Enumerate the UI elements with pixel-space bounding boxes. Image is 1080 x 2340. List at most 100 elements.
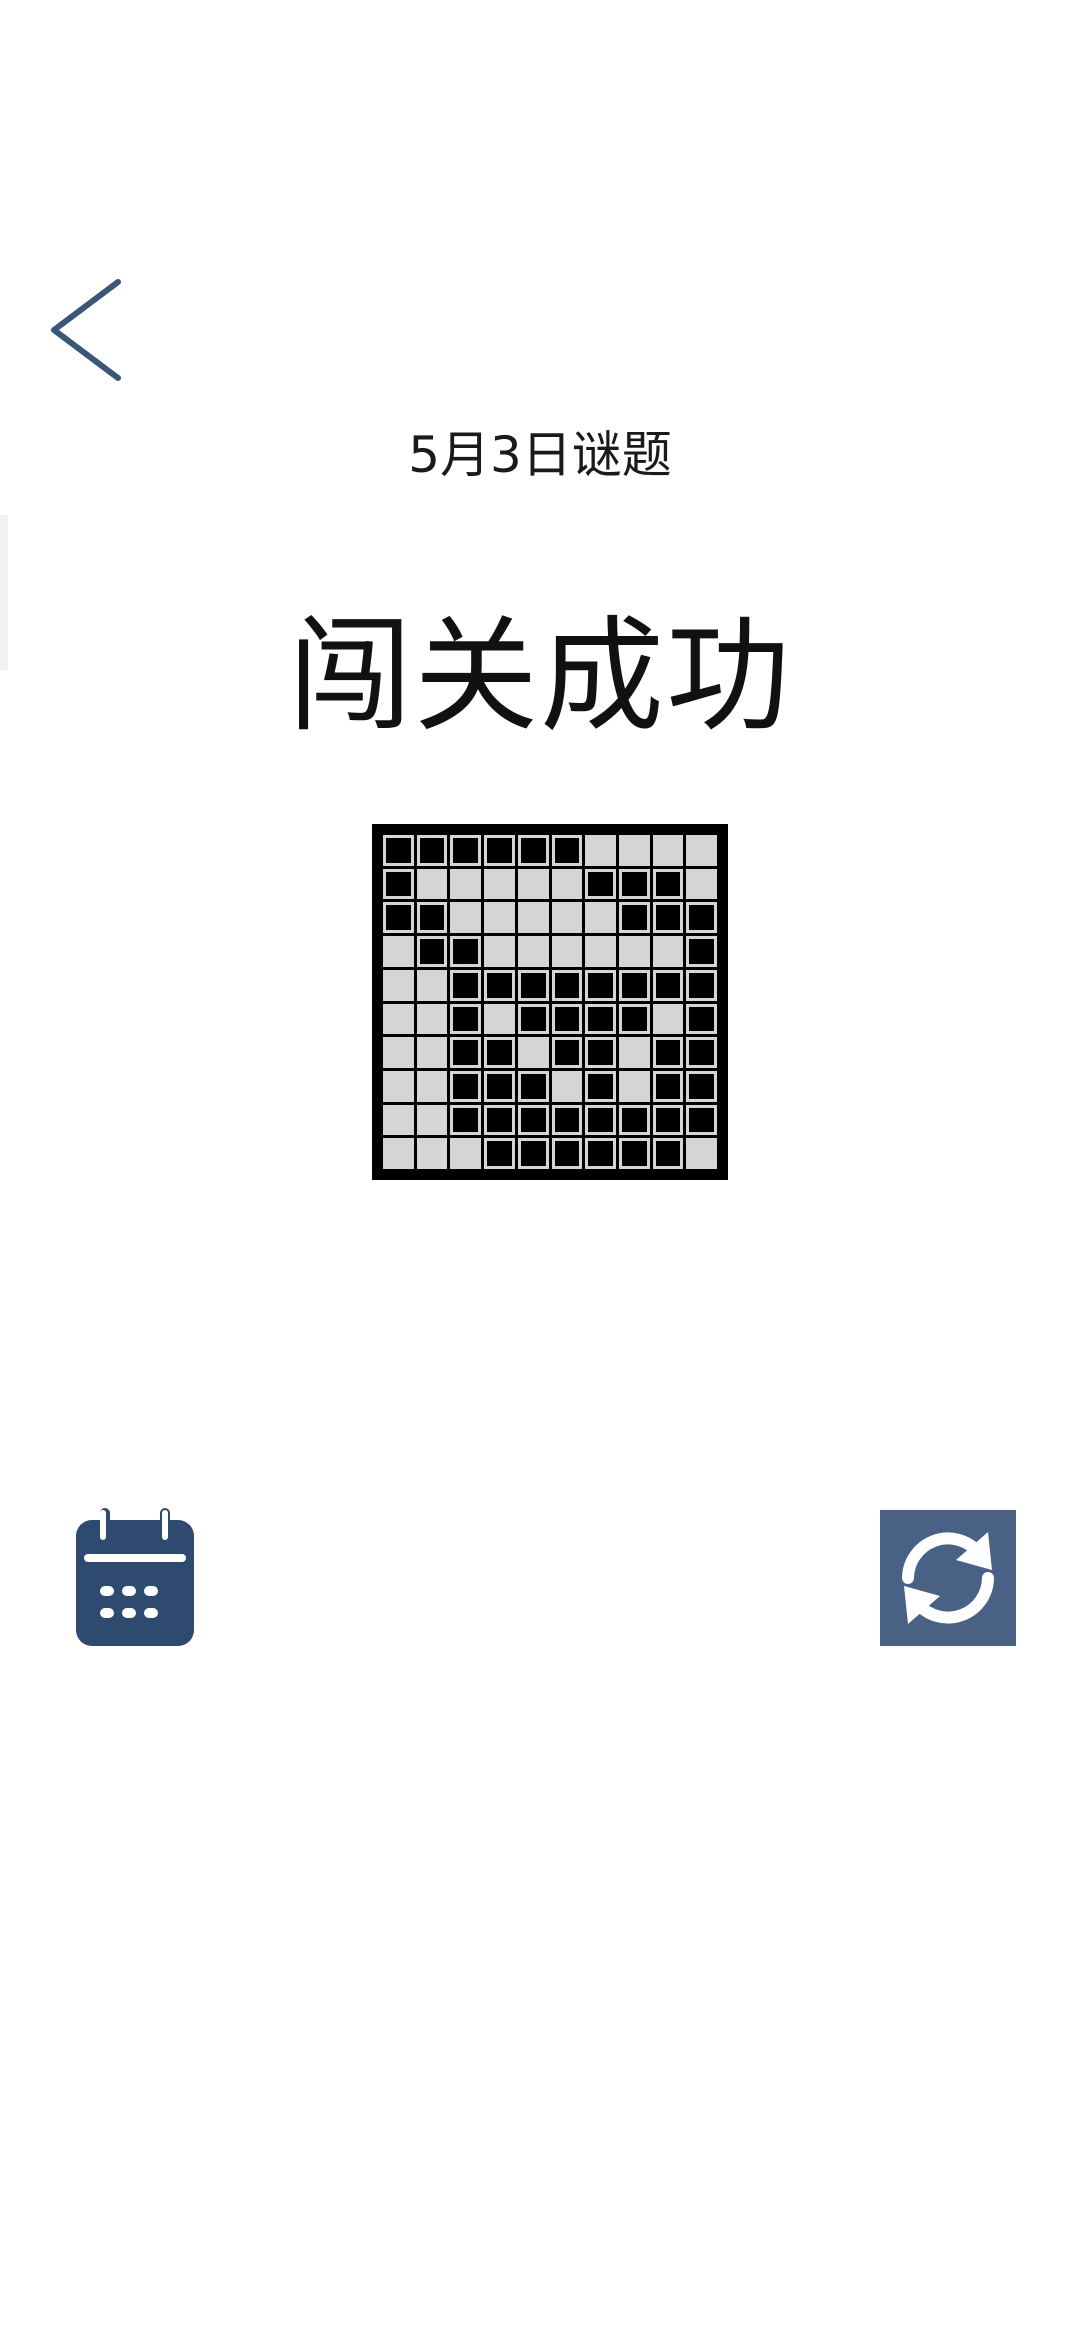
grid-cell-filled [517, 969, 549, 1001]
grid-cell-empty [383, 969, 414, 1001]
grid-cell-filled [618, 902, 650, 934]
grid-cell-empty [686, 835, 717, 866]
grid-cell-filled [585, 1104, 616, 1136]
grid-cell-empty [416, 1104, 448, 1136]
grid-cell-filled [517, 1138, 549, 1169]
grid-cell-filled [551, 1003, 583, 1035]
grid-cell-empty [686, 868, 717, 900]
grid-cell-filled [686, 902, 717, 934]
grid-cell-empty [517, 1037, 549, 1068]
grid-cell-filled [585, 1070, 616, 1102]
chevron-left-icon [51, 279, 121, 381]
grid-cell-empty [450, 902, 482, 934]
grid-cell-empty [484, 868, 515, 900]
grid-cell-filled [585, 1138, 616, 1169]
grid-cell-empty [383, 1104, 414, 1136]
grid-cell-filled [686, 969, 717, 1001]
grid-cell-empty [551, 936, 583, 967]
grid-cell-empty [484, 936, 515, 967]
grid-cell-filled [618, 969, 650, 1001]
grid-cell-filled [652, 1037, 684, 1068]
grid-cell-empty [450, 868, 482, 900]
grid-cell-empty [618, 835, 650, 866]
grid-cell-empty [585, 902, 616, 934]
grid-cell-filled [383, 902, 414, 934]
grid-cell-filled [517, 1104, 549, 1136]
grid-cell-filled [652, 868, 684, 900]
grid-cell-filled [618, 868, 650, 900]
grid-cell-empty [652, 936, 684, 967]
grid-cell-empty [618, 1037, 650, 1068]
grid-cell-filled [450, 1070, 482, 1102]
calendar-icon [76, 1508, 194, 1646]
grid-cell-filled [686, 1037, 717, 1068]
grid-cell-filled [686, 936, 717, 967]
grid-cell-filled [686, 1104, 717, 1136]
grid-cell-filled [551, 835, 583, 866]
grid-cell-filled [450, 1037, 482, 1068]
grid-cell-filled [652, 1070, 684, 1102]
grid-cell-filled [652, 902, 684, 934]
grid-cell-empty [484, 1003, 515, 1035]
grid-cell-empty [585, 936, 616, 967]
grid-cell-empty [416, 1037, 448, 1068]
grid-cell-empty [517, 902, 549, 934]
grid-cell-empty [416, 868, 448, 900]
grid-cell-empty [383, 1070, 414, 1102]
grid-cell-filled [416, 902, 448, 934]
grid-cell-empty [450, 1138, 482, 1169]
grid-cell-empty [686, 1138, 717, 1169]
grid-cell-empty [551, 902, 583, 934]
grid-cell-filled [585, 868, 616, 900]
grid-cell-filled [450, 1003, 482, 1035]
grid-cell-empty [416, 969, 448, 1001]
grid-cell-empty [652, 1003, 684, 1035]
grid-cell-filled [551, 1037, 583, 1068]
grid-cell-filled [618, 1003, 650, 1035]
grid-cell-filled [416, 936, 448, 967]
refresh-button[interactable] [880, 1510, 1016, 1646]
grid-cell-filled [517, 1070, 549, 1102]
grid-cell-filled [484, 969, 515, 1001]
grid-cell-filled [517, 835, 549, 866]
grid-cell-empty [652, 835, 684, 866]
grid-cell-filled [450, 835, 482, 866]
grid-cell-filled [652, 1104, 684, 1136]
grid-cell-empty [517, 868, 549, 900]
grid-cell-filled [416, 835, 448, 866]
grid-cell-filled [686, 1003, 717, 1035]
back-button[interactable] [40, 270, 140, 390]
grid-cell-filled [551, 1104, 583, 1136]
grid-cell-filled [450, 969, 482, 1001]
grid-cell-filled [551, 1138, 583, 1169]
puzzle-date-title: 5月3日谜题 [408, 426, 672, 484]
grid-cell-filled [383, 868, 414, 900]
grid-cell-empty [551, 868, 583, 900]
grid-cell-empty [383, 1037, 414, 1068]
grid-cell-empty [484, 902, 515, 934]
grid-cell-empty [383, 936, 414, 967]
grid-cell-filled [484, 835, 515, 866]
puzzle-board [372, 824, 728, 1180]
grid-cell-filled [484, 1070, 515, 1102]
grid-cell-empty [416, 1138, 448, 1169]
grid-cell-filled [484, 1037, 515, 1068]
grid-cell-filled [585, 1003, 616, 1035]
grid-cell-empty [383, 1138, 414, 1169]
grid-cell-empty [551, 1070, 583, 1102]
grid-cell-filled [652, 1138, 684, 1169]
grid-cell-filled [383, 835, 414, 866]
grid-cell-filled [618, 1104, 650, 1136]
grid-cell-empty [585, 835, 616, 866]
grid-cell-empty [517, 936, 549, 967]
grid-cell-filled [551, 969, 583, 1001]
calendar-button[interactable] [76, 1508, 194, 1646]
grid-cell-empty [416, 1070, 448, 1102]
grid-cell-empty [383, 1003, 414, 1035]
grid-cell-filled [652, 969, 684, 1001]
grid-cell-filled [585, 969, 616, 1001]
grid-cell-filled [585, 1037, 616, 1068]
grid-cell-filled [450, 1104, 482, 1136]
grid-cell-filled [686, 1070, 717, 1102]
grid-cell-empty [618, 936, 650, 967]
